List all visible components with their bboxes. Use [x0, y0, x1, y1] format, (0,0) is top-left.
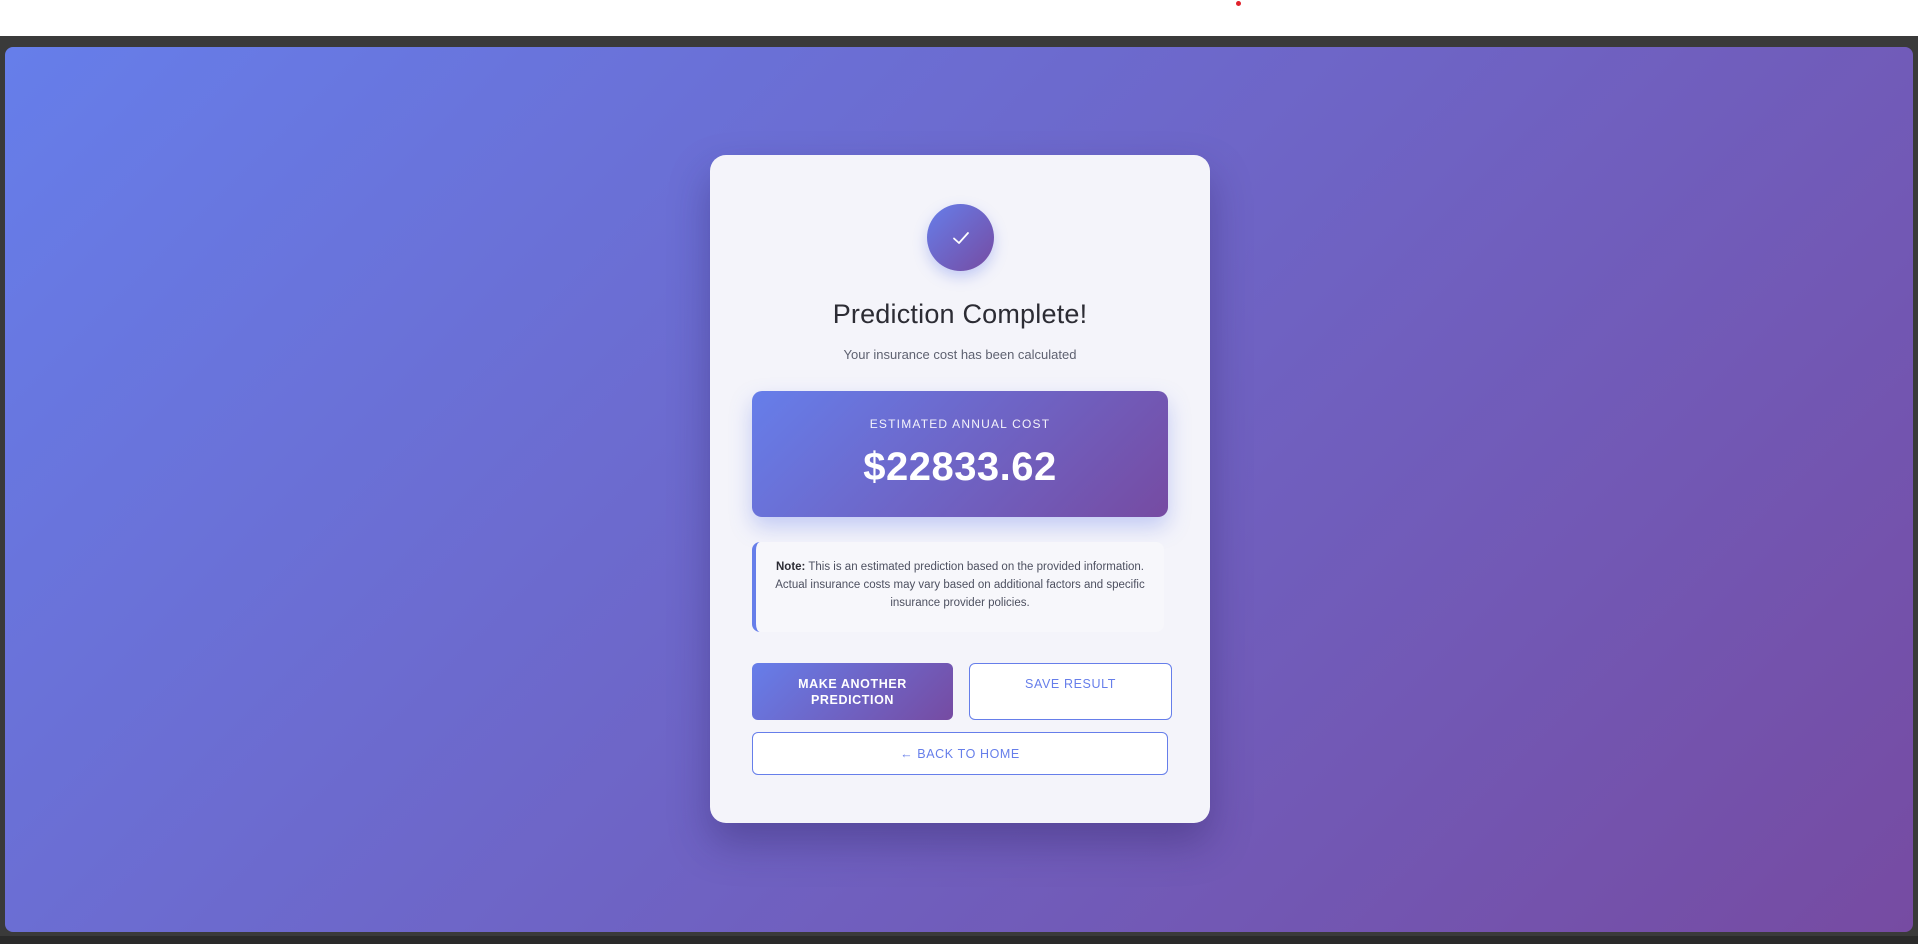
page-subtitle: Your insurance cost has been calculated: [843, 347, 1077, 362]
back-to-home-button[interactable]: ← BACK TO HOME: [752, 732, 1168, 775]
window-bottom-edge: [0, 936, 1918, 944]
make-another-prediction-button[interactable]: MAKE ANOTHER PREDICTION: [752, 663, 953, 720]
checkmark-icon: [952, 231, 969, 244]
note-text: This is an estimated prediction based on…: [775, 561, 1145, 609]
success-checkmark-icon: [927, 204, 994, 271]
estimated-cost-value: $22833.62: [863, 445, 1057, 489]
estimated-cost-label: ESTIMATED ANNUAL COST: [869, 417, 1051, 431]
disclaimer-note: Note: This is an estimated prediction ba…: [752, 542, 1164, 632]
recording-indicator-icon: [1236, 1, 1241, 6]
page-title: Prediction Complete!: [832, 299, 1088, 329]
note-label: Note:: [776, 561, 806, 573]
estimated-cost-panel: ESTIMATED ANNUAL COST $22833.62: [752, 391, 1168, 517]
result-card: Prediction Complete! Your insurance cost…: [710, 155, 1210, 823]
page-background: Prediction Complete! Your insurance cost…: [5, 47, 1913, 932]
save-result-button[interactable]: SAVE RESULT: [969, 663, 1172, 720]
browser-top-bar: [0, 0, 1918, 36]
